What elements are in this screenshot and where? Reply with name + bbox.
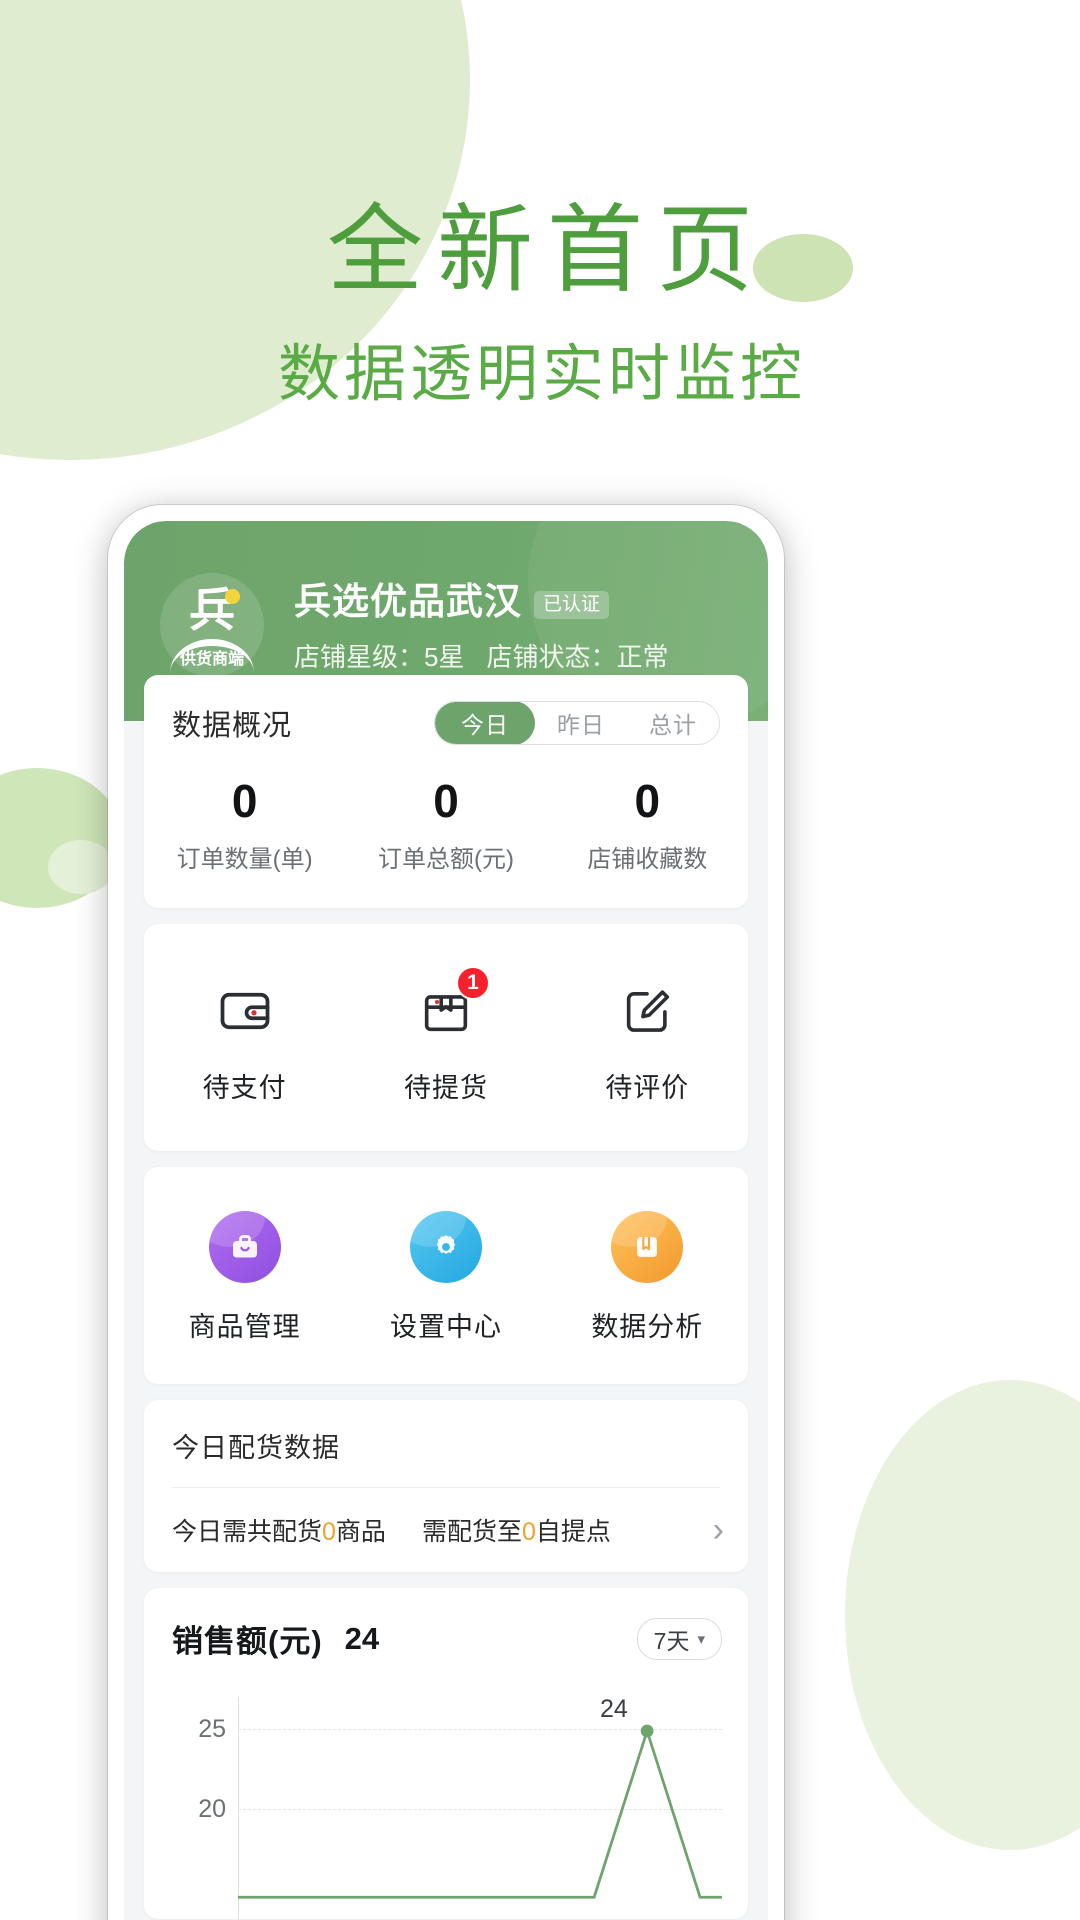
shortcut-product-management[interactable]: 商品管理	[144, 1211, 345, 1344]
verified-badge: 已认证	[534, 591, 610, 619]
briefcase-icon-circle	[208, 1211, 281, 1283]
stat-order-amount-value: 0	[433, 775, 459, 827]
order-status-pending-review[interactable]: 待评价	[547, 978, 748, 1105]
range-label: 7天	[653, 1627, 690, 1654]
y-axis-tick-25: 25	[198, 1715, 226, 1743]
range-selector[interactable]: 7天 ▾	[636, 1617, 722, 1660]
delivery-goods-count: 0	[322, 1518, 336, 1546]
book-icon	[637, 1237, 658, 1257]
shop-logo-tag: 供货商端	[179, 651, 244, 668]
shop-star-label: 店铺星级：	[294, 642, 425, 672]
shortcut-label: 数据分析	[591, 1312, 704, 1342]
order-status-pending-payment[interactable]: 待支付	[144, 978, 345, 1105]
order-status-pending-pickup[interactable]: 1 待提货	[345, 966, 546, 1105]
chart-line-svg	[238, 1724, 722, 1899]
tab-yesterday[interactable]: 昨日	[535, 702, 627, 744]
decor-blob-middle-left-small	[48, 840, 114, 894]
stat-order-count-value: 0	[231, 775, 258, 827]
shop-star-value: 5星	[424, 642, 465, 672]
tab-today[interactable]: 今日	[435, 702, 535, 744]
shortcuts-card: 商品管理 设置中心 数据分析	[144, 1167, 748, 1384]
order-status-card: 待支付 1 待提货 待评价	[144, 924, 748, 1151]
sales-chart-card: 销售额(元) 24 7天 ▾ 25 20 24	[144, 1588, 748, 1920]
gear-icon-circle	[409, 1211, 482, 1283]
stat-order-amount-label: 订单总额(元)	[378, 846, 514, 873]
chevron-right-icon[interactable]: ›	[713, 1513, 724, 1547]
hero-title: 全新首页	[327, 197, 767, 304]
delivery-points-suffix: 自提点	[535, 1518, 611, 1546]
sales-line-chart: 25 20 24	[170, 1689, 722, 1920]
shop-logo[interactable]: 兵 供货商端	[160, 573, 264, 677]
shortcut-settings-center[interactable]: 设置中心	[345, 1211, 546, 1344]
phone-mockup: 兵 供货商端 兵选优品武汉 已认证 店铺星级：5星 店铺状态：正常 数据概况 今…	[108, 505, 784, 1920]
chevron-down-icon: ▾	[697, 1630, 705, 1648]
stat-order-amount[interactable]: 0 订单总额(元)	[345, 775, 546, 874]
shop-logo-glyph: 兵	[189, 584, 235, 636]
y-axis-tick-20: 20	[198, 1795, 226, 1823]
phone-screen: 兵 供货商端 兵选优品武汉 已认证 店铺星级：5星 店铺状态：正常 数据概况 今…	[124, 521, 768, 1920]
delivery-data-card[interactable]: 今日配货数据 今日需共配货0商品 需配货至0自提点 ›	[144, 1400, 748, 1572]
shop-status-line: 店铺星级：5星 店铺状态：正常	[294, 637, 669, 674]
delivery-points-line: 需配货至0自提点	[422, 1512, 611, 1548]
wallet-icon	[220, 992, 270, 1030]
period-segmented-control[interactable]: 今日 昨日 总计	[434, 701, 720, 745]
edit-square-icon	[627, 990, 670, 1032]
stat-shop-favorites-value: 0	[634, 775, 661, 827]
delivery-points-prefix: 需配货至	[421, 1518, 522, 1546]
screenshot-root: 全新首页 数据透明实时监控 兵 供货商端 兵选优品武汉 已认证 店铺星级：5星 …	[0, 0, 1080, 1920]
sales-title: 销售额(元)	[172, 1624, 323, 1659]
order-status-label: 待支付	[202, 1073, 287, 1103]
shortcut-data-analysis[interactable]: 数据分析	[547, 1211, 748, 1344]
shop-logo-dot-icon	[225, 589, 240, 604]
series-line	[238, 1726, 722, 1899]
delivery-goods-suffix: 商品	[335, 1518, 386, 1546]
delivery-title: 今日配货数据	[172, 1433, 340, 1463]
data-overview-card: 数据概况 今日 昨日 总计 0 订单数量(单) 0 订单总额(元) 0 店铺收藏…	[144, 675, 748, 908]
delivery-points-count: 0	[521, 1518, 536, 1546]
shop-state-label: 店铺状态：	[486, 642, 617, 672]
shop-state-value: 正常	[616, 642, 669, 672]
order-status-badge: 1	[455, 966, 490, 1000]
decor-blob-bottom-right	[845, 1380, 1080, 1850]
hero-subtitle: 数据透明实时监控	[277, 340, 806, 409]
tab-total[interactable]: 总计	[627, 702, 719, 744]
order-status-label: 待评价	[605, 1073, 690, 1103]
gear-icon	[436, 1235, 456, 1254]
sales-total-value: 24	[344, 1620, 380, 1656]
stat-shop-favorites-label: 店铺收藏数	[587, 846, 708, 873]
series-point-peak	[640, 1724, 654, 1738]
overview-stats: 0 订单数量(单) 0 订单总额(元) 0 店铺收藏数	[144, 745, 748, 908]
stat-shop-favorites[interactable]: 0 店铺收藏数	[547, 775, 748, 874]
stat-order-count-label: 订单数量(单)	[176, 846, 313, 873]
delivery-goods-line: 今日需共配货0商品	[172, 1512, 386, 1548]
order-status-label: 待提货	[403, 1073, 488, 1103]
shop-name: 兵选优品武汉	[294, 581, 522, 622]
overview-title: 数据概况	[172, 710, 293, 742]
stat-order-count[interactable]: 0 订单数量(单)	[144, 775, 345, 874]
delivery-goods-prefix: 今日需共配货	[172, 1518, 323, 1546]
shortcut-label: 商品管理	[188, 1312, 301, 1342]
shortcut-label: 设置中心	[389, 1312, 502, 1342]
briefcase-icon	[232, 1235, 257, 1258]
book-icon-circle	[611, 1211, 684, 1283]
